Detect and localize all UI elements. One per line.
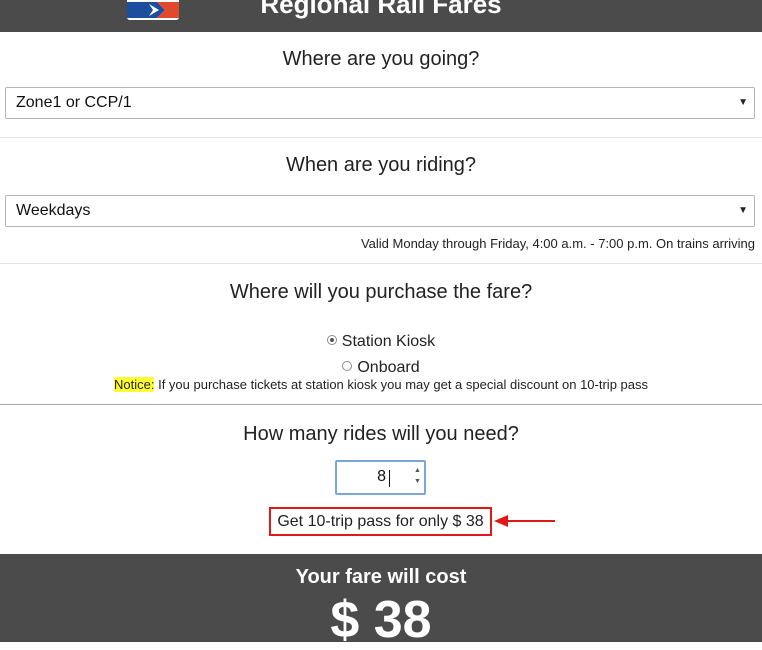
zone-select-value: Zone1 or CCP/1 [16, 94, 132, 111]
radio-label-onboard: Onboard [357, 359, 420, 376]
spinner-arrows-icon[interactable]: ▲ ▼ [413, 465, 422, 491]
ten-trip-promo: Get 10-trip pass for only $ 38 [269, 507, 492, 536]
purchase-section: Where will you purchase the fare? [0, 280, 762, 304]
time-section: When are you riding? [0, 153, 762, 177]
time-validity-note: Valid Monday through Friday, 4:00 a.m. -… [360, 236, 755, 251]
notice-text: If you purchase tickets at station kiosk… [154, 377, 648, 392]
fare-result-label: Your fare will cost [295, 566, 467, 588]
destination-section: Where are you going? [0, 47, 762, 71]
notice-tag: Notice: [114, 377, 155, 392]
rides-quantity-stepper[interactable]: 8 ▲ ▼ [335, 460, 426, 495]
divider [0, 263, 762, 264]
zone-select[interactable]: Zone1 or CCP/1 ▼ [5, 87, 755, 119]
time-select[interactable]: Weekdays ▼ [5, 195, 755, 227]
fare-result-panel: Your fare will cost $ 38 [0, 554, 762, 649]
discount-notice: Notice: If you purchase tickets at stati… [0, 377, 762, 392]
radio-onboard[interactable]: Onboard [0, 359, 762, 377]
divider [0, 404, 762, 405]
rides-section: How many rides will you need? [0, 422, 762, 446]
radio-unchecked-icon[interactable] [342, 361, 353, 371]
rides-value: 8 [377, 468, 386, 485]
text-cursor [389, 470, 390, 487]
dropdown-arrow-icon: ▼ [738, 97, 748, 108]
destination-question: Where are you going? [282, 48, 480, 70]
dropdown-arrow-icon: ▼ [738, 205, 748, 216]
radio-checked-icon[interactable] [326, 335, 337, 345]
purchase-question: Where will you purchase the fare? [229, 281, 533, 303]
app-header: Regional Rail Fares [0, 0, 762, 32]
time-question: When are you riding? [285, 154, 477, 176]
radio-station-kiosk[interactable]: Station Kiosk [0, 333, 762, 351]
fare-amount: $ 38 [330, 591, 432, 649]
red-arrow-icon [494, 515, 555, 527]
rides-question: How many rides will you need? [243, 423, 519, 445]
divider [0, 137, 762, 138]
radio-label-station-kiosk: Station Kiosk [341, 333, 436, 350]
time-select-value: Weekdays [16, 202, 91, 219]
page-title: Regional Rail Fares [260, 0, 502, 19]
